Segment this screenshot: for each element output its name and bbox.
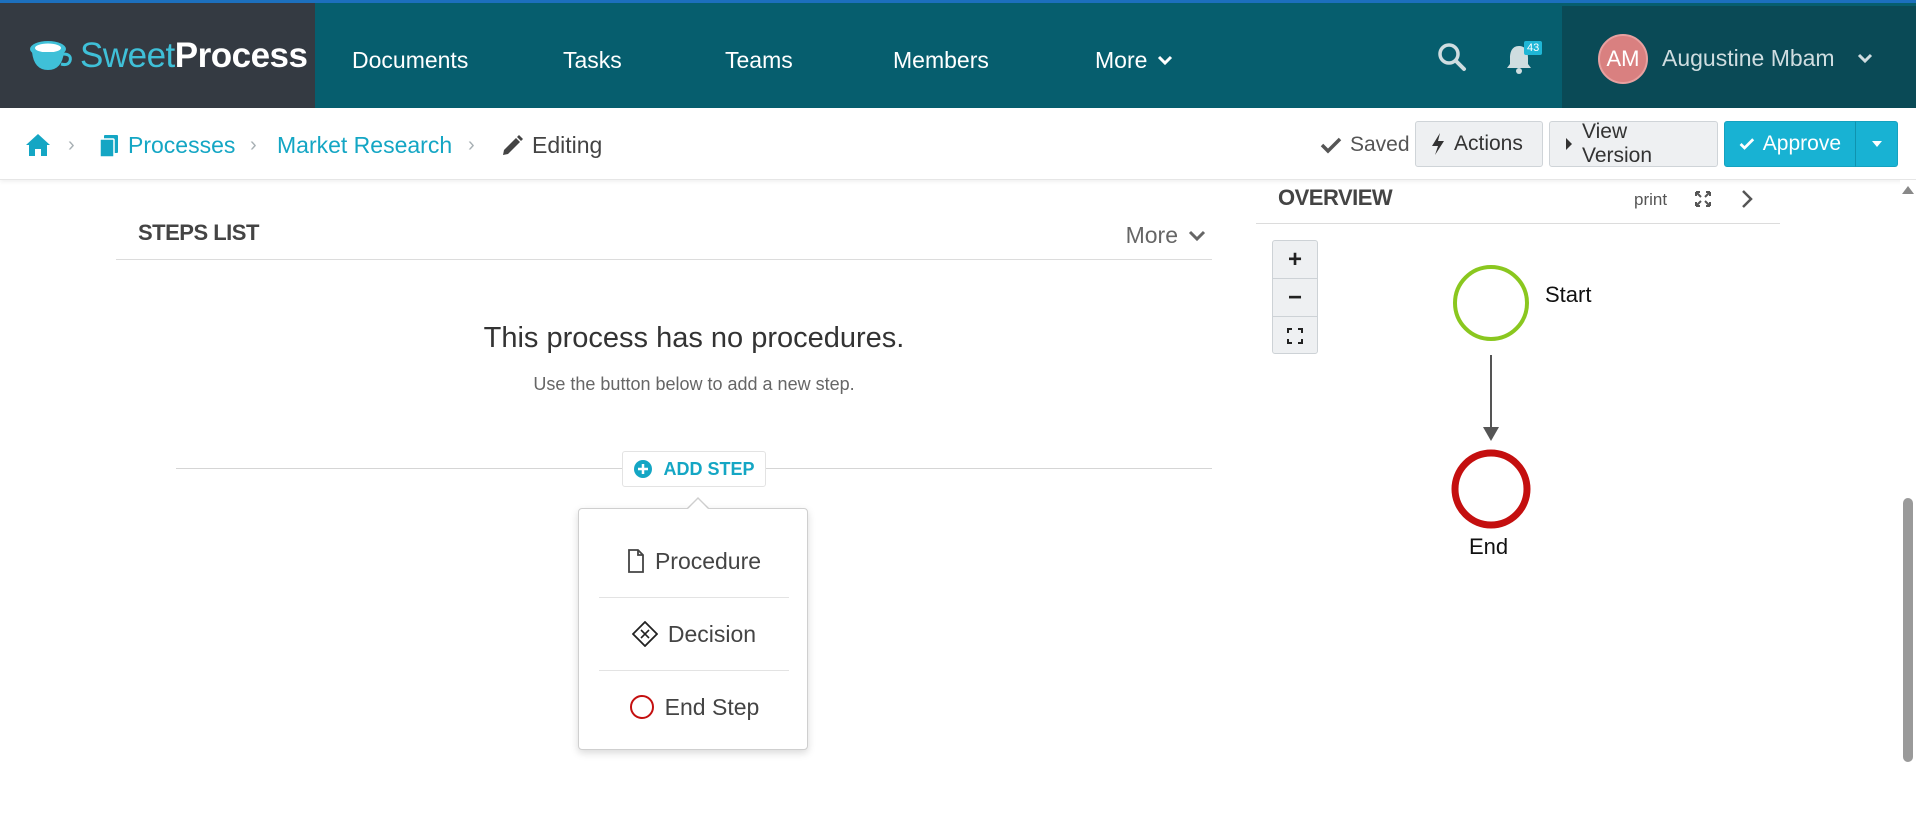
documents-icon — [99, 134, 118, 158]
breadcrumb-separator: › — [68, 134, 75, 156]
zoom-controls: + − — [1272, 240, 1318, 354]
end-node-label: End — [1469, 534, 1509, 559]
lightning-icon — [1432, 133, 1444, 155]
search-icon[interactable] — [1436, 41, 1468, 73]
add-step-label: ADD STEP — [663, 458, 755, 479]
menu-item-decision[interactable]: Decision — [599, 598, 789, 670]
breadcrumb-bar: › Processes › Market Research › Editing … — [0, 108, 1916, 180]
nav-more-label: More — [1095, 47, 1148, 73]
steps-list-header: STEPS LIST More — [116, 216, 1212, 260]
scrollbar-thumb[interactable] — [1903, 498, 1913, 762]
chevron-right-icon[interactable] — [1740, 188, 1754, 210]
nav-more[interactable]: More — [1095, 47, 1173, 74]
menu-item-end-step-label: End Step — [664, 693, 760, 720]
menu-item-end-step[interactable]: End Step — [599, 671, 789, 743]
actions-button[interactable]: Actions — [1415, 121, 1543, 167]
nav-members[interactable]: Members — [893, 47, 989, 74]
chevron-down-icon — [1158, 55, 1173, 65]
plus-circle-icon — [634, 460, 653, 478]
approve-dropdown-button[interactable] — [1855, 121, 1898, 167]
nav-tasks[interactable]: Tasks — [563, 47, 622, 74]
process-flow-diagram — [1451, 265, 1531, 529]
logo[interactable]: SweetProcess — [0, 3, 315, 108]
nav-documents[interactable]: Documents — [352, 47, 468, 74]
user-name: Augustine Mbam — [1662, 45, 1835, 71]
view-version-button[interactable]: View Version — [1549, 120, 1718, 167]
breadcrumb-editing: Editing — [500, 132, 602, 159]
actions-label: Actions — [1454, 132, 1523, 155]
coffee-cup-icon — [30, 40, 72, 70]
breadcrumb-processes[interactable]: Processes — [98, 132, 235, 159]
end-node[interactable] — [1451, 449, 1531, 529]
caret-right-icon — [1566, 138, 1572, 150]
empty-state-title: This process has no procedures. — [483, 322, 905, 354]
approve-label: Approve — [1762, 132, 1841, 155]
flow-arrowhead — [1483, 427, 1499, 441]
check-icon — [1739, 138, 1755, 150]
expand-icon[interactable] — [1694, 190, 1712, 208]
empty-state-subtitle: Use the button below to add a new step. — [533, 374, 855, 394]
top-navbar: SweetProcess Documents Tasks Teams Membe… — [0, 0, 1916, 111]
dropdown-arrow-fill — [687, 499, 709, 510]
steps-more-button[interactable]: More — [1126, 222, 1206, 249]
chevron-down-icon — [1857, 53, 1872, 63]
start-node-label: Start — [1545, 282, 1592, 307]
fit-view-icon — [1287, 327, 1303, 344]
overview-title: OVERVIEW — [1278, 185, 1393, 210]
saved-status: Saved — [1320, 133, 1410, 157]
scroll-up-arrow[interactable] — [1902, 186, 1914, 194]
steps-list-title: STEPS LIST — [138, 220, 259, 245]
menu-item-procedure[interactable]: Procedure — [599, 525, 789, 597]
fit-view-button[interactable] — [1273, 317, 1317, 354]
menu-item-decision-label: Decision — [667, 620, 757, 647]
document-icon — [628, 549, 644, 573]
end-circle-icon — [629, 695, 654, 719]
breadcrumb-market-research[interactable]: Market Research — [277, 132, 452, 159]
user-menu[interactable]: AM Augustine Mbam — [1562, 6, 1916, 111]
breadcrumb-separator: › — [250, 134, 257, 156]
saved-label: Saved — [1350, 133, 1410, 156]
start-node[interactable] — [1453, 265, 1529, 341]
breadcrumb-processes-label: Processes — [128, 132, 236, 158]
avatar: AM — [1598, 33, 1648, 84]
steps-more-label: More — [1125, 222, 1178, 248]
nav-teams[interactable]: Teams — [725, 47, 793, 74]
pencil-icon — [503, 134, 523, 155]
notification-badge: 43 — [1524, 41, 1543, 55]
zoom-out-button[interactable]: − — [1273, 279, 1317, 316]
decision-diamond-icon — [631, 621, 658, 647]
breadcrumb-separator: › — [468, 134, 475, 156]
logo-text: SweetProcess — [80, 35, 308, 75]
print-link[interactable]: print — [1634, 190, 1667, 210]
chevron-down-icon — [1188, 230, 1206, 241]
view-version-label: View Version — [1582, 120, 1653, 167]
home-icon[interactable] — [24, 132, 52, 158]
breadcrumb-editing-label: Editing — [532, 132, 603, 158]
check-icon — [1320, 137, 1342, 154]
approve-button[interactable]: Approve — [1724, 121, 1856, 167]
overview-header: OVERVIEW print — [1256, 180, 1780, 224]
add-step-menu: Procedure Decision End Step — [578, 508, 808, 750]
menu-item-procedure-label: Procedure — [654, 547, 762, 574]
add-step-button[interactable]: ADD STEP — [622, 451, 766, 487]
caret-down-icon — [1871, 141, 1882, 147]
zoom-in-button[interactable]: + — [1273, 241, 1317, 278]
